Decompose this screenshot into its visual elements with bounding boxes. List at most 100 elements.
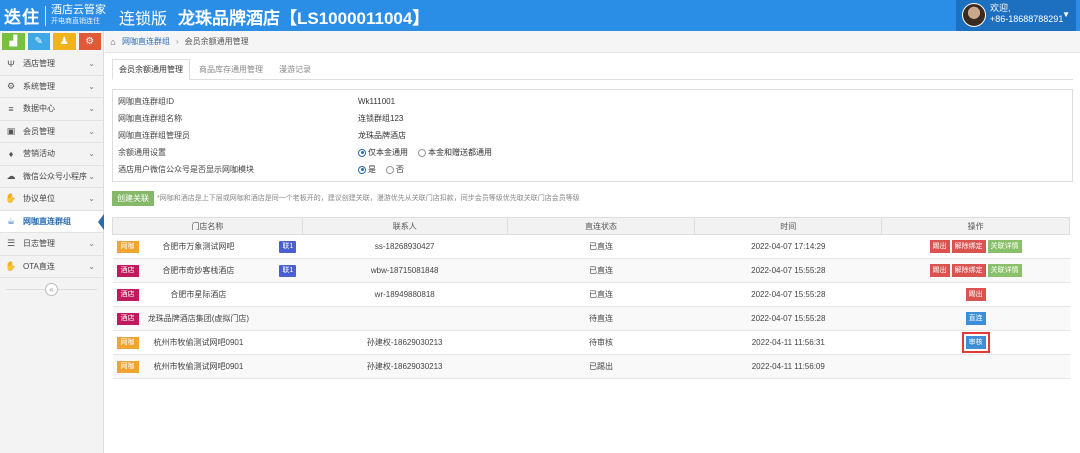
action-button[interactable]: 解除绑定	[951, 240, 986, 253]
sidebar-item-label: 酒店管理	[23, 59, 55, 69]
sidebar-item-label: 会员管理	[23, 126, 55, 136]
radio-dot-checked[interactable]	[358, 148, 366, 157]
cell-contact: wr-18949880818	[302, 282, 508, 307]
cell-actions: 直连	[881, 306, 1070, 331]
action-button[interactable]: 关联详情	[987, 240, 1022, 253]
store-type-badge: 网咖	[116, 241, 139, 253]
tab-inventory[interactable]: 商品库存通用管理	[192, 59, 270, 80]
avatar[interactable]	[962, 3, 986, 27]
action-button[interactable]: 踢出	[929, 240, 950, 253]
info-value: Wk111001	[358, 97, 396, 106]
user-greeting: 欢迎,	[990, 3, 1011, 13]
tab-bar: 会员余额通用管理 商品库存通用管理 漫游记录	[112, 59, 1073, 80]
create-link-button[interactable]: 创建关联	[112, 190, 154, 206]
sidebar-collapse: «	[0, 278, 103, 300]
col-time: 时间	[694, 217, 883, 235]
sidebar-item-label: 营销活动	[23, 149, 55, 159]
info-value: 连锁群组123	[358, 114, 404, 123]
action-button[interactable]: 踢出	[965, 288, 986, 301]
sidebar-item-4[interactable]: ♦ 营销活动 ⌄	[0, 143, 103, 166]
caret-down-icon[interactable]: ▼	[1062, 10, 1070, 19]
cell-time: 2022-04-07 15:55:28	[694, 306, 882, 331]
radio-dot[interactable]	[418, 148, 426, 157]
info-row-wechat-module: 酒店用户微信公众号是否显示网咖模块 是 否	[118, 161, 1067, 178]
col-contact: 联系人	[301, 217, 508, 235]
user-phone: +86-18688788291	[990, 14, 1064, 24]
group-icon[interactable]: ♟	[53, 33, 76, 50]
sidebar-item-6[interactable]: ✋ 协议单位 ⌄	[0, 188, 103, 211]
edition-label: 连锁版	[119, 11, 168, 28]
cell-store: 酒店 合肥市奇妙客栈酒店 联1	[112, 258, 303, 283]
sidebar-item-7[interactable]: ☕ 网咖直连群组	[0, 210, 104, 233]
main-content: 会员余额通用管理 商品库存通用管理 漫游记录 网咖直连群组ID Wk111001…	[112, 59, 1073, 379]
col-status: 直连状态	[506, 217, 696, 235]
sidebar-item-3[interactable]: ▣ 会员管理 ⌄	[0, 121, 103, 143]
table-row: 酒店 龙珠品牌酒店集团(虚拟门店) 待直连 2022-04-07 15:55:28 直连	[112, 306, 1070, 331]
info-label: 网咖直连群组ID	[118, 97, 174, 106]
action-button[interactable]: 关联详情	[987, 264, 1022, 277]
sidebar-item-2[interactable]: ≡ 数据中心 ⌄	[0, 98, 103, 121]
table-row: 酒店 合肥市奇妙客栈酒店 联1 wbw-18715081848 已直连 2022-04-0…	[112, 258, 1070, 283]
chevron-down-icon: ⌄	[88, 171, 95, 181]
coffee-cup-icon: ☕	[6, 215, 16, 226]
cell-actions	[881, 354, 1070, 379]
tab-roaming[interactable]: 漫游记录	[272, 59, 318, 80]
breadcrumb-item-group[interactable]: 网咖直连群组	[122, 36, 170, 47]
pencil-icon[interactable]: ✎	[27, 33, 50, 50]
sidebar-item-label: OTA直连	[23, 261, 55, 271]
chevron-down-icon: ⌄	[88, 59, 95, 68]
info-row-id: 网咖直连群组ID Wk111001	[118, 93, 1067, 110]
radio-dot[interactable]	[386, 165, 394, 174]
radio-no[interactable]: 否	[386, 164, 404, 175]
radio-principal-and-bonus[interactable]: 本金和赠送都通用	[418, 147, 492, 158]
store-name: 龙珠品牌酒店集团(虚拟门店)	[147, 314, 250, 323]
sidebar-item-label: 系统管理	[23, 81, 55, 91]
tab-balance[interactable]: 会员余额通用管理	[112, 59, 190, 80]
double-chevron-left-icon[interactable]: «	[45, 283, 58, 296]
cell-status: 待审核	[507, 330, 695, 355]
action-button[interactable]: 踢出	[929, 264, 950, 277]
radio-label: 仅本金通用	[368, 148, 408, 157]
store-name: 杭州市牧偷测试网吧0901	[153, 362, 244, 371]
radio-label: 是	[368, 165, 376, 174]
chart-icon[interactable]: ▟	[2, 33, 25, 50]
action-button[interactable]: 审核	[961, 332, 990, 353]
action-button[interactable]: 解除绑定	[951, 264, 986, 277]
quick-actions: ▟ ✎ ♟ ⚙	[2, 33, 101, 53]
info-row-balance-setting: 余额通用设置 仅本金通用 本金和赠送都通用	[118, 144, 1067, 161]
logo-line-2: 开电商直销连住	[51, 17, 100, 25]
user-menu[interactable]: 欢迎, +86-18688788291 ▼	[956, 0, 1076, 31]
store-type-badge: 酒店	[116, 313, 139, 325]
cell-status: 待直连	[507, 306, 695, 331]
sidebar-item-5[interactable]: ☁ 微信公众号小程序 ⌄	[0, 166, 103, 188]
table-row: 网咖 杭州市牧偷测试网吧0901 孙建权-18629030213 待审核 2022-04…	[112, 330, 1070, 355]
sidebar-item-label: 网咖直连群组	[23, 216, 71, 226]
cell-time: 2022-04-11 11:56:31	[694, 330, 882, 355]
sidebar-item-9[interactable]: ✋ OTA直连 ⌄	[0, 256, 103, 278]
cell-status: 已直连	[507, 258, 695, 283]
action-button[interactable]: 直连	[965, 312, 986, 325]
home-icon[interactable]: ⌂	[107, 37, 119, 47]
sidebar-item-1[interactable]: ⚙ 系统管理 ⌄	[0, 76, 103, 98]
action-buttons: 直连	[965, 312, 986, 325]
app-logo[interactable]: 迭住 酒店云管家 开电商直销连住	[4, 2, 106, 29]
group-info-panel: 网咖直连群组ID Wk111001 网咖直连群组名称 连锁群组123 网咖直连群…	[112, 89, 1073, 182]
store-table: 门店名称 联系人 直连状态 时间 操作 网咖 合肥市万象测试网吧 联1 ss-1826…	[112, 217, 1070, 379]
handshake-icon: ✋	[5, 193, 17, 204]
table-header-row: 门店名称 联系人 直连状态 时间 操作	[112, 217, 1070, 235]
sidebar-item-8[interactable]: ☰ 日志管理 ⌄	[0, 233, 103, 256]
sidebar-item-label: 数据中心	[23, 104, 55, 114]
radio-dot-checked[interactable]	[358, 165, 366, 174]
info-label: 余额通用设置	[118, 148, 166, 157]
member-card-icon: ▣	[6, 125, 16, 136]
radio-yes[interactable]: 是	[358, 164, 376, 175]
store-type-badge: 酒店	[116, 265, 139, 277]
action-buttons: 踢出 解除绑定 关联详情	[929, 240, 1022, 253]
cell-actions: 踢出 解除绑定 关联详情	[881, 234, 1070, 259]
radio-principal-only[interactable]: 仅本金通用	[358, 147, 408, 158]
store-name: 合肥市奇妙客栈酒店	[162, 266, 235, 275]
cell-time: 2022-04-11 11:56:09	[694, 354, 882, 379]
sidebar-item-0[interactable]: Ψ 酒店管理 ⌄	[0, 53, 103, 76]
col-actions: 操作	[881, 217, 1070, 235]
gears-icon[interactable]: ⚙	[78, 33, 101, 50]
